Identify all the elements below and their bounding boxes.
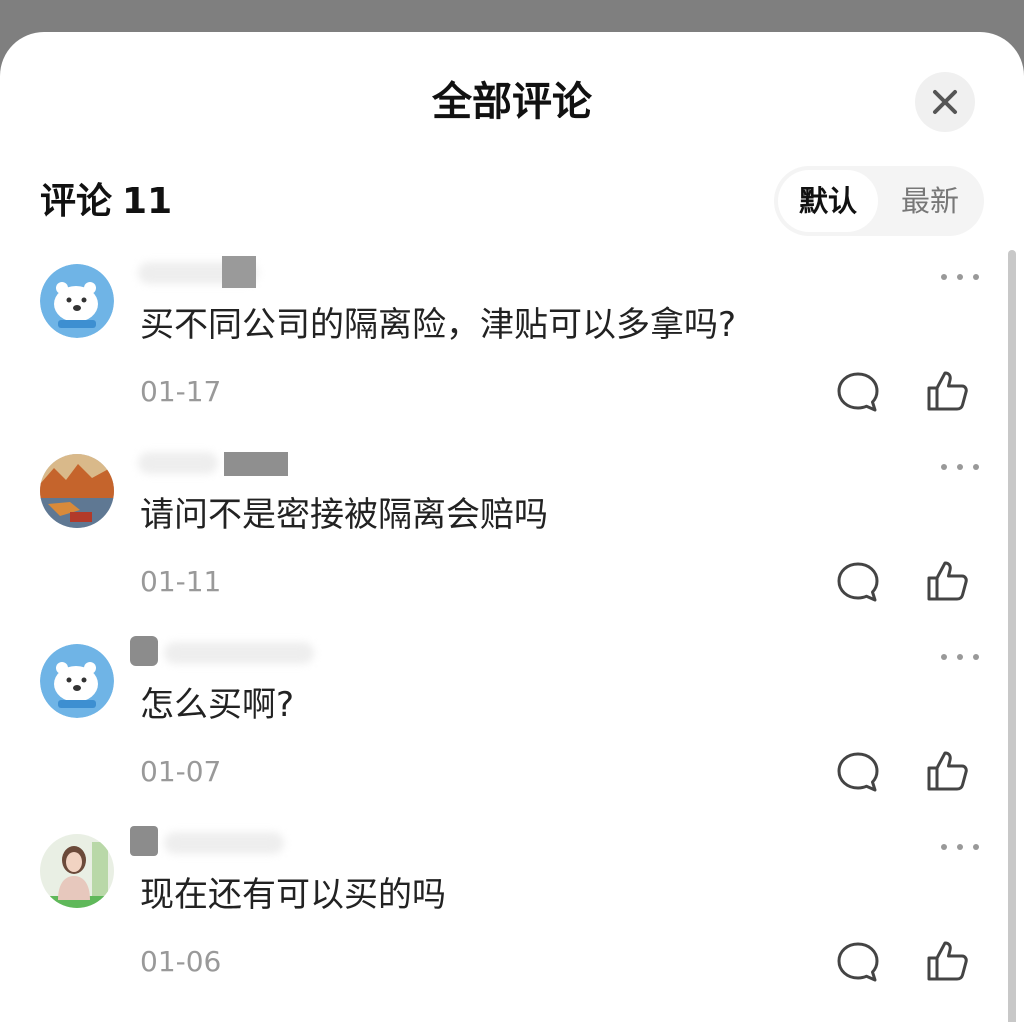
thumbs-up-icon[interactable] [924,368,970,414]
comment-item: 请问不是密接被隔离会赔吗 01-11 [0,452,1000,634]
more-dots-icon[interactable] [938,838,982,856]
comment-date: 01-17 [140,375,222,408]
more-dots-icon[interactable] [938,268,982,286]
comment-count-label: 评论 [40,181,113,222]
comment-date: 01-11 [140,565,222,598]
polar-bear-avatar[interactable] [40,644,114,718]
comment-text: 请问不是密接被隔离会赔吗 [140,495,548,535]
thumbs-up-icon[interactable] [924,938,970,984]
comment-count-heading: 评论 11 [40,180,172,224]
chat-bubble-icon[interactable] [835,370,881,416]
chat-bubble-icon[interactable] [835,750,881,796]
comment-item: 现在还有可以买的吗 01-06 [0,826,1000,1014]
comment-text: 买不同公司的隔离险，津贴可以多拿吗? [140,305,737,345]
comment-text: 现在还有可以买的吗 [140,875,446,915]
chat-bubble-icon[interactable] [835,560,881,606]
comment-date: 01-06 [140,945,222,978]
chat-bubble-icon[interactable] [835,940,881,986]
comments-sheet: 全部评论 评论 11 默认 最新 买不同公司的隔离险，津贴可以多拿吗? 01-1… [0,32,1024,1022]
comment-text: 怎么买啊? [140,685,295,725]
sort-toggle: 默认 最新 [774,166,984,236]
close-icon [933,90,957,114]
sort-latest-tab[interactable]: 最新 [882,170,978,232]
more-dots-icon[interactable] [938,648,982,666]
thumbs-up-icon[interactable] [924,558,970,604]
comment-item: 买不同公司的隔离险，津贴可以多拿吗? 01-17 [0,256,1000,444]
sort-default-tab[interactable]: 默认 [778,170,878,232]
sheet-title: 全部评论 [432,79,592,125]
close-button[interactable] [915,72,975,132]
landscape-photo-avatar[interactable] [40,454,114,528]
scrollbar[interactable] [1008,250,1016,1022]
person-photo-avatar[interactable] [40,834,114,908]
polar-bear-avatar[interactable] [40,264,114,338]
comment-count: 11 [122,181,173,222]
more-dots-icon[interactable] [938,458,982,476]
thumbs-up-icon[interactable] [924,748,970,794]
comment-item: 怎么买啊? 01-07 [0,636,1000,824]
comment-date: 01-07 [140,755,222,788]
